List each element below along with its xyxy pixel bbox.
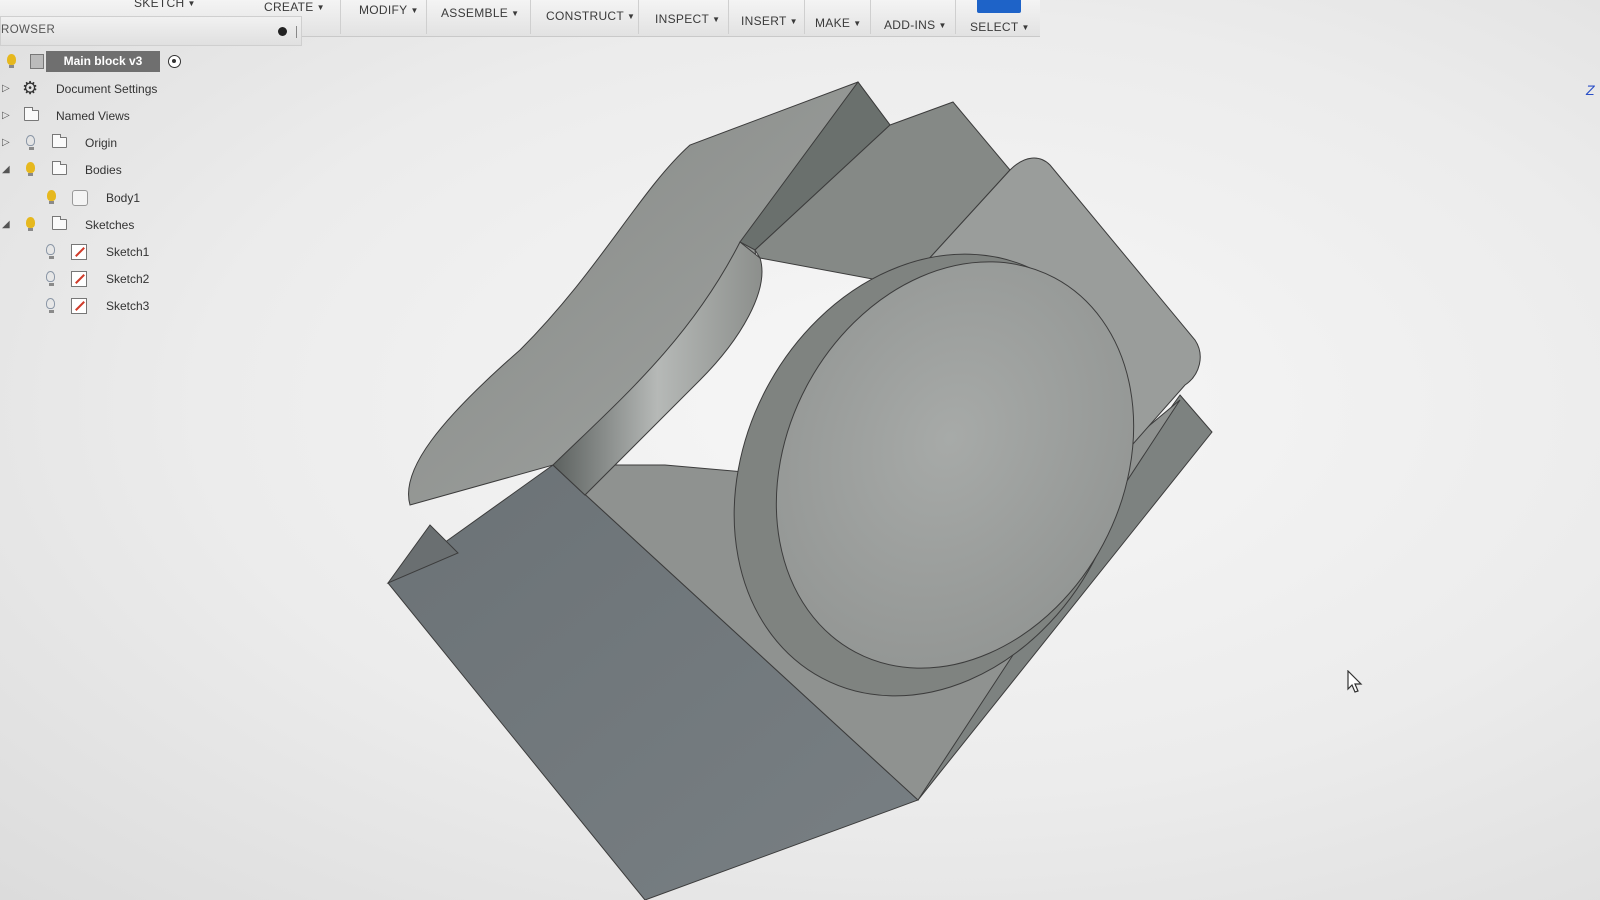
model-viewport[interactable] xyxy=(0,0,1600,900)
mouse-cursor-icon xyxy=(1347,670,1363,693)
viewcube-axis-z-label[interactable]: Z xyxy=(1586,82,1595,98)
